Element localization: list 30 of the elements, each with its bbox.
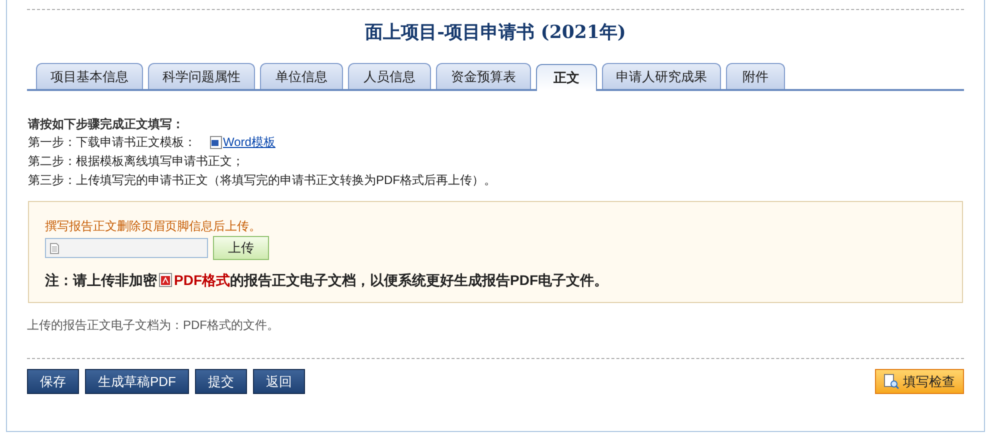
step-text: 第二步：根据模板离线填写申请书正文； [28,153,244,170]
instructions-heading: 请按如下步骤完成正文填写： [28,116,185,133]
check-button[interactable]: 填写检查 [875,369,964,394]
template-link[interactable]: Word模板 [223,133,276,152]
action-button[interactable]: 生成草稿PDF [85,369,189,394]
upload-hint: 撰写报告正文删除页眉页脚信息后上传。 [45,218,262,234]
note-text: 的报告正文电子文档，以便系统更好生成报告PDF电子文件。 [230,271,608,290]
tab[interactable]: 项目基本信息 [36,63,143,89]
action-button[interactable]: 保存 [27,369,79,394]
document-icon [210,136,223,149]
tab[interactable]: 资金预算表 [436,63,531,89]
file-type-note: 上传的报告正文电子文档为：PDF格式的文件。 [27,317,280,333]
tab[interactable]: 申请人研究成果 [602,63,721,89]
action-button[interactable]: 返回 [253,369,305,394]
tab[interactable]: 单位信息 [260,63,343,89]
tab[interactable]: 人员信息 [348,63,431,89]
upload-button[interactable]: 上传 [213,236,269,260]
tab[interactable]: 正文 [536,64,597,91]
tab[interactable]: 附件 [726,63,785,89]
note-text: 注：请上传非加密 [45,271,157,290]
note-highlight: PDF格式 [174,271,230,290]
tab[interactable]: 科学问题属性 [148,63,255,89]
step-text: 第三步：上传填写完的申请书正文（将填写完的申请书正文转换为PDF格式后再上传）。 [28,172,496,189]
file-input[interactable] [45,238,208,258]
step-text: 第一步：下载申请书正文模板： [28,134,196,151]
magnifier-icon [884,374,899,389]
file-icon [50,242,59,254]
action-button[interactable]: 提交 [195,369,247,394]
pdf-icon [159,273,172,287]
page-title: 面上项目-项目申请书 (2021年) [364,21,627,45]
